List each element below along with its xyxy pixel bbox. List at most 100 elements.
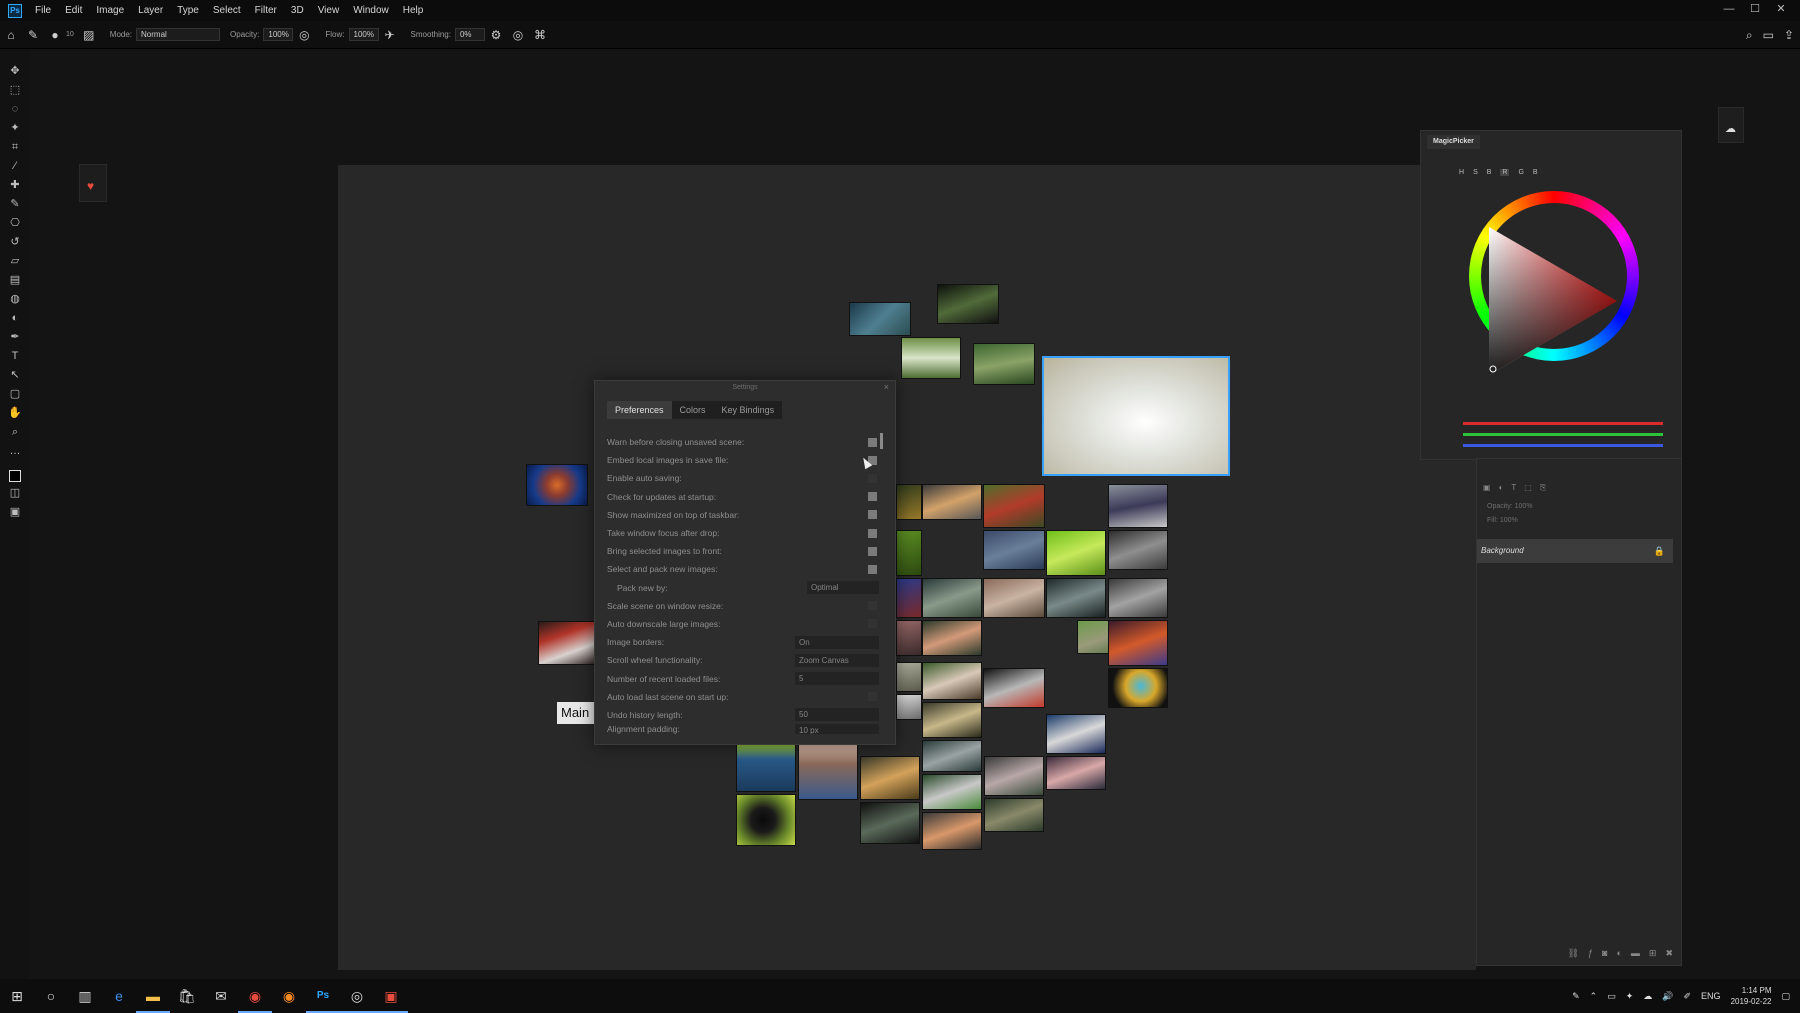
menu-edit[interactable]: Edit <box>58 0 89 21</box>
reference-image[interactable] <box>896 694 922 720</box>
smoothing-field[interactable]: 0% <box>454 28 485 41</box>
menu-file[interactable]: File <box>28 0 58 21</box>
pref-checkbox[interactable] <box>868 473 877 483</box>
history-brush-icon[interactable]: ↺ <box>7 234 23 250</box>
reference-image[interactable] <box>860 756 920 800</box>
pref-checkbox[interactable] <box>868 619 877 629</box>
gear-icon[interactable]: ⚙ <box>489 28 503 42</box>
purref-icon[interactable]: ▣ <box>374 979 408 1013</box>
layer-opacity-value[interactable]: 100% <box>1515 503 1533 510</box>
menu-image[interactable]: Image <box>89 0 131 21</box>
reference-image[interactable] <box>1108 530 1168 570</box>
reference-image[interactable] <box>922 774 982 810</box>
mode-r[interactable]: R <box>1500 169 1510 176</box>
photoshop-icon[interactable]: Ps <box>306 979 340 1013</box>
menu-view[interactable]: View <box>311 0 347 21</box>
reference-image[interactable] <box>1046 756 1106 790</box>
reference-image[interactable] <box>896 484 922 520</box>
brush-preset-icon[interactable]: ● <box>48 28 62 42</box>
onedrive-icon[interactable]: ☁ <box>1643 991 1652 1002</box>
flow-field[interactable]: 100% <box>348 28 379 41</box>
red-slider[interactable] <box>1463 422 1663 425</box>
search-icon[interactable]: ⌕ <box>1746 28 1753 43</box>
mode-b[interactable]: B <box>1487 169 1492 176</box>
undo-history-spinbox[interactable]: 50 <box>795 708 879 722</box>
plugin-mini-panel[interactable]: ♥ <box>79 164 107 202</box>
type-tool-icon[interactable]: T <box>7 348 23 364</box>
reference-image[interactable] <box>984 756 1044 796</box>
edge-icon[interactable]: e <box>102 979 136 1013</box>
chevron-up-icon[interactable]: ⌃ <box>1590 991 1598 1002</box>
minimize-button[interactable]: — <box>1716 0 1742 18</box>
pref-checkbox[interactable] <box>868 601 877 611</box>
network-icon[interactable]: ▭ <box>1607 991 1616 1002</box>
home-icon[interactable]: ⌂ <box>4 28 18 42</box>
filter-image-icon[interactable]: ▣ <box>1483 483 1491 493</box>
brush-tool-icon[interactable]: ✎ <box>26 28 40 42</box>
reference-image-selected[interactable] <box>1042 356 1230 476</box>
mode-select[interactable]: Normal <box>136 28 221 41</box>
settings-close-button[interactable]: × <box>884 382 889 392</box>
screen-mode-icon[interactable]: ▣ <box>7 504 23 520</box>
pref-checkbox[interactable] <box>868 437 877 447</box>
symmetry-icon[interactable]: ⌘ <box>533 28 547 42</box>
reference-image[interactable] <box>896 620 922 656</box>
cortana-icon[interactable]: ○ <box>34 979 68 1013</box>
lasso-tool-icon[interactable]: ◌ <box>7 101 23 117</box>
reference-image[interactable] <box>1046 578 1106 618</box>
reference-image[interactable] <box>973 343 1035 385</box>
reference-image[interactable] <box>526 464 588 506</box>
menu-select[interactable]: Select <box>206 0 248 21</box>
reference-image[interactable] <box>983 530 1045 570</box>
reference-image[interactable] <box>538 621 598 665</box>
pref-checkbox[interactable] <box>868 692 877 702</box>
reference-image[interactable] <box>849 302 911 336</box>
filter-adjust-icon[interactable]: ◐ <box>1499 483 1504 493</box>
adjustment-icon[interactable]: ◐ <box>1616 948 1621 959</box>
obs-icon[interactable]: ◎ <box>340 979 374 1013</box>
reference-image[interactable] <box>922 812 982 850</box>
zoom-tool-icon[interactable]: ⌕ <box>7 424 23 440</box>
fx-icon[interactable]: ƒ <box>1588 948 1593 959</box>
tab-key-bindings[interactable]: Key Bindings <box>714 401 783 419</box>
foreground-color-swatch[interactable] <box>9 470 21 482</box>
quick-mask-icon[interactable]: ◫ <box>7 485 23 501</box>
reference-image[interactable] <box>922 620 982 656</box>
mask-icon[interactable]: ◙ <box>1602 948 1607 959</box>
more-tools-icon[interactable]: … <box>7 443 23 459</box>
filter-type-icon[interactable]: T <box>1511 483 1516 493</box>
pack-new-by-select[interactable]: Optimal <box>807 581 879 595</box>
path-select-tool-icon[interactable]: ↖ <box>7 367 23 383</box>
rgb-sliders[interactable] <box>1463 422 1663 455</box>
brush-panel-icon[interactable]: ▨ <box>82 28 96 42</box>
explorer-icon[interactable]: ▬ <box>136 979 170 1013</box>
menu-window[interactable]: Window <box>346 0 396 21</box>
reference-image[interactable] <box>984 798 1044 832</box>
mode-s[interactable]: S <box>1473 169 1478 176</box>
menu-filter[interactable]: Filter <box>248 0 284 21</box>
menu-help[interactable]: Help <box>396 0 431 21</box>
clock[interactable]: 1:14 PM 2019-02-22 <box>1731 985 1772 1007</box>
menu-layer[interactable]: Layer <box>131 0 170 21</box>
collapsed-panel[interactable]: ☁ <box>1718 107 1744 143</box>
pref-checkbox[interactable] <box>868 492 877 502</box>
magic-wand-tool-icon[interactable]: ✦ <box>7 120 23 136</box>
layer-fill-value[interactable]: 100% <box>1500 517 1518 524</box>
airbrush-icon[interactable]: ✈ <box>383 28 397 42</box>
clone-tool-icon[interactable]: ⎔ <box>7 215 23 231</box>
gradient-tool-icon[interactable]: ▤ <box>7 272 23 288</box>
eraser-tool-icon[interactable]: ▱ <box>7 253 23 269</box>
volume-icon[interactable]: 🔊 <box>1662 991 1673 1002</box>
pen-icon[interactable]: ✎ <box>1572 991 1580 1002</box>
reference-image[interactable] <box>1046 714 1106 754</box>
reference-image[interactable] <box>1108 668 1168 708</box>
pref-checkbox[interactable] <box>868 546 877 556</box>
folder-icon[interactable]: ▬ <box>1631 948 1640 959</box>
reference-image[interactable] <box>922 740 982 772</box>
blur-tool-icon[interactable]: ◍ <box>7 291 23 307</box>
reference-image[interactable] <box>896 662 922 692</box>
move-tool-icon[interactable]: ✥ <box>7 63 23 79</box>
reference-image[interactable] <box>896 578 922 618</box>
menu-type[interactable]: Type <box>170 0 206 21</box>
pref-checkbox[interactable] <box>868 510 877 520</box>
